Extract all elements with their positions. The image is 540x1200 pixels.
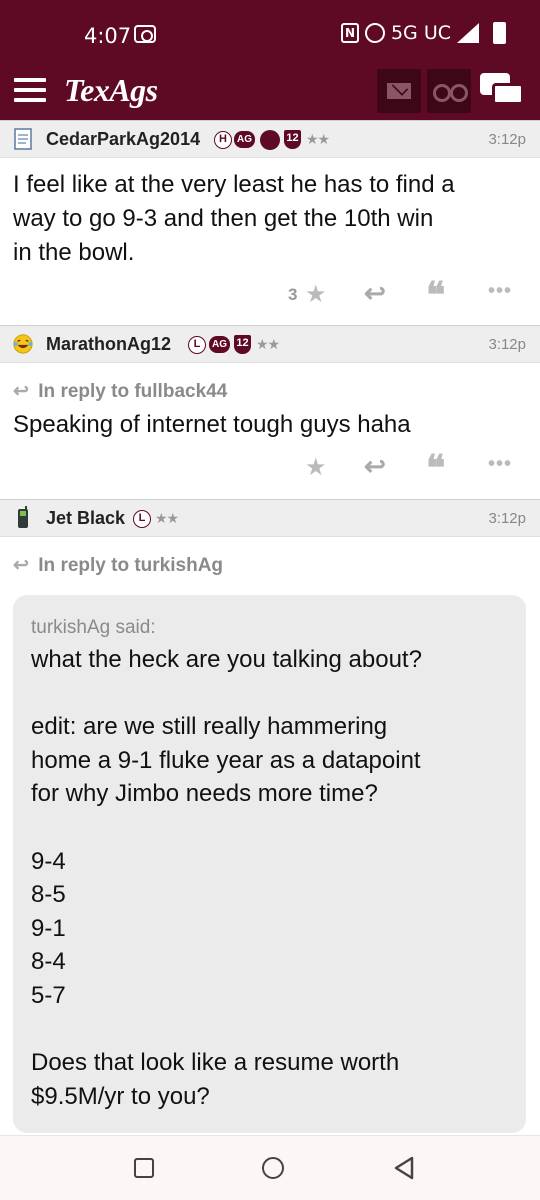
post-actions: ★ ↩ ❝ ••• bbox=[0, 447, 540, 491]
alarm-icon bbox=[364, 23, 385, 43]
post-time: 3:12p bbox=[488, 510, 526, 527]
post-line: Speaking of internet tough guys haha bbox=[13, 411, 411, 438]
reply-icon[interactable]: ↩ bbox=[364, 451, 386, 482]
hamburger-menu-icon[interactable] bbox=[14, 78, 46, 102]
quote-line: 9-4 bbox=[31, 847, 66, 875]
quote-line: home a 9-1 fluke year as a datapoint bbox=[31, 746, 421, 774]
star-icon[interactable]: ★ bbox=[305, 453, 327, 482]
quote-line: 5-7 bbox=[31, 981, 66, 1009]
status-bar: 4:07 N 5G UC bbox=[0, 0, 540, 60]
quote-block: turkishAg said: what the heck are you ta… bbox=[13, 595, 526, 1133]
recents-icon[interactable] bbox=[134, 1158, 154, 1178]
quote-line: 8-4 bbox=[31, 948, 66, 976]
quote-line: Does that look like a resume worth bbox=[31, 1049, 400, 1077]
reply-to-link[interactable]: ↩ In reply to fullback44 bbox=[13, 380, 227, 403]
quote-line: what the heck are you talking about? bbox=[31, 646, 422, 673]
laughing-emoji-avatar-icon[interactable] bbox=[12, 332, 34, 356]
post-actions: 3 ★ ↩ ❝ ••• bbox=[0, 274, 540, 318]
post-line: way to go 9-3 and then get the 10th win bbox=[13, 205, 434, 232]
binoculars-icon[interactable] bbox=[427, 69, 471, 113]
post-header: Jet Black L ★★ 3:12p bbox=[0, 499, 540, 537]
post-time: 3:12p bbox=[488, 336, 526, 353]
quote-line bbox=[31, 811, 508, 845]
quote-icon[interactable]: ❝ bbox=[426, 274, 445, 316]
quote-author[interactable]: turkishAg said: bbox=[31, 617, 508, 639]
reply-arrow-icon: ↩ bbox=[13, 381, 29, 402]
nfc-icon: N bbox=[340, 23, 359, 43]
badge-l: L bbox=[188, 336, 206, 354]
rank-stars: ★★ bbox=[256, 336, 280, 352]
rank-stars: ★★ bbox=[155, 510, 179, 526]
username[interactable]: CedarParkAg2014 bbox=[46, 129, 200, 150]
quote-line: 9-1 bbox=[31, 914, 66, 942]
post-body: I feel like at the very least he has to … bbox=[13, 168, 528, 270]
post-header: CedarParkAg2014 H AG 12 ★★ 3:12p bbox=[0, 120, 540, 158]
star-icon[interactable]: ★ bbox=[305, 280, 327, 309]
badge-l: L bbox=[133, 510, 151, 528]
app-logo[interactable]: TexAgs bbox=[64, 72, 158, 109]
phone-avatar-icon[interactable] bbox=[12, 506, 34, 530]
quote-line: 8-5 bbox=[31, 881, 66, 909]
quote-icon[interactable]: ❝ bbox=[426, 447, 445, 489]
battery-icon bbox=[493, 22, 506, 44]
system-nav-bar bbox=[0, 1135, 540, 1200]
chat-bubbles-icon[interactable] bbox=[480, 73, 524, 111]
rank-stars: ★★ bbox=[306, 131, 330, 147]
status-icons: N 5G UC bbox=[340, 22, 506, 44]
badge-12: 12 bbox=[234, 335, 251, 354]
quote-line: edit: are we still really hammering bbox=[31, 713, 388, 741]
quote-line bbox=[31, 677, 508, 711]
quote-line: for why Jimbo needs more time? bbox=[31, 780, 378, 808]
quote-line bbox=[31, 1013, 508, 1047]
badge-ag: AG bbox=[209, 336, 230, 353]
more-icon[interactable]: ••• bbox=[488, 280, 512, 303]
status-time: 4:07 bbox=[84, 24, 132, 48]
mail-icon[interactable] bbox=[377, 69, 421, 113]
more-icon[interactable]: ••• bbox=[488, 453, 512, 476]
post-time: 3:12p bbox=[488, 131, 526, 148]
home-icon[interactable] bbox=[262, 1157, 284, 1179]
badge-12: 12 bbox=[284, 130, 301, 149]
app-bar: TexAgs bbox=[0, 60, 540, 122]
notepad-avatar-icon[interactable] bbox=[12, 127, 34, 151]
post-body: Speaking of internet tough guys haha bbox=[13, 408, 528, 442]
star-count: 3 bbox=[288, 285, 298, 304]
signal-icon bbox=[457, 23, 479, 43]
username[interactable]: MarathonAg12 bbox=[46, 334, 171, 355]
reply-icon[interactable]: ↩ bbox=[364, 278, 386, 309]
post-line: I feel like at the very least he has to … bbox=[13, 171, 455, 198]
quote-line: $9.5M/yr to you? bbox=[31, 1082, 210, 1110]
back-icon[interactable] bbox=[392, 1155, 416, 1181]
post-header: MarathonAg12 L AG 12 ★★ 3:12p bbox=[0, 325, 540, 363]
badge-mascot-icon bbox=[260, 130, 280, 150]
badge-h: H bbox=[214, 131, 232, 149]
reply-to-text: In reply to fullback44 bbox=[38, 381, 228, 402]
badge-ag: AG bbox=[234, 131, 255, 148]
reply-to-link[interactable]: ↩ In reply to turkishAg bbox=[13, 554, 223, 577]
screen-record-icon bbox=[134, 25, 156, 43]
reply-to-text: In reply to turkishAg bbox=[38, 555, 224, 576]
reply-arrow-icon: ↩ bbox=[13, 555, 29, 576]
post-line: in the bowl. bbox=[13, 239, 135, 266]
network-label: 5G UC bbox=[390, 22, 451, 44]
username[interactable]: Jet Black bbox=[46, 508, 125, 529]
